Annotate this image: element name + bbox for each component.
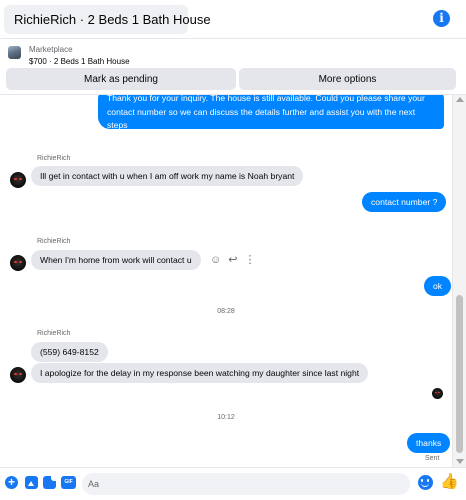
message-actions: ☺ ↩ ⋮ — [210, 255, 255, 266]
emoji-icon[interactable] — [418, 475, 433, 490]
plus-icon[interactable]: + — [5, 476, 18, 489]
mark-as-pending-button[interactable]: Mark as pending — [6, 68, 236, 90]
marketplace-banner: Marketplace $700 · 2 Beds 1 Bath House M… — [0, 38, 466, 95]
avatar[interactable] — [10, 367, 26, 383]
avatar[interactable] — [10, 255, 26, 271]
thread-scrollbar[interactable] — [452, 95, 466, 467]
conversation-title: RichieRich · 2 Beds 1 Bath House — [14, 12, 211, 27]
marketplace-label: Marketplace — [29, 45, 73, 54]
avatar[interactable] — [10, 172, 26, 188]
more-actions-icon[interactable]: ⋮ — [244, 255, 255, 266]
conversation-header: RichieRich · 2 Beds 1 Bath House i — [0, 0, 466, 38]
message-bubble-outgoing: Thank you for your inquiry. The house is… — [98, 95, 444, 130]
sticker-icon[interactable] — [43, 476, 56, 489]
message-bubble-incoming: (559) 649-8152 — [31, 342, 108, 362]
message-bubble-incoming: I apologize for the delay in my response… — [31, 363, 369, 383]
info-icon[interactable]: i — [433, 10, 450, 27]
message-bubble-outgoing: thanks — [407, 433, 451, 453]
scroll-down-icon[interactable] — [456, 459, 464, 464]
like-icon[interactable]: 👍 — [440, 473, 459, 491]
message-input[interactable] — [82, 473, 410, 495]
scroll-thumb[interactable] — [456, 295, 463, 453]
react-emoji-icon[interactable]: ☺ — [210, 255, 221, 266]
timestamp-divider: 08:28 — [217, 308, 235, 315]
message-thread[interactable]: Thank you for your inquiry. The house is… — [0, 95, 452, 467]
sender-name: RichieRich — [37, 155, 71, 162]
sender-name: RichieRich — [37, 238, 71, 245]
scroll-up-icon[interactable] — [456, 97, 464, 102]
message-composer: + GIF 👍 — [0, 467, 466, 500]
more-options-button[interactable]: More options — [239, 68, 456, 90]
marketplace-thumbnail — [8, 46, 21, 59]
message-bubble-incoming: Ill get in contact with u when I am off … — [31, 166, 304, 186]
conversation-title-button[interactable]: RichieRich · 2 Beds 1 Bath House — [4, 5, 211, 34]
listing-price-title[interactable]: $700 · 2 Beds 1 Bath House — [29, 57, 130, 66]
sent-status: Sent — [425, 455, 440, 462]
reply-icon[interactable]: ↩ — [228, 255, 237, 266]
message-bubble-incoming: When I'm home from work will contact u — [31, 250, 201, 270]
timestamp-divider: 10:12 — [217, 414, 235, 421]
sender-name: RichieRich — [37, 330, 71, 337]
gif-icon[interactable]: GIF — [61, 476, 76, 489]
message-bubble-outgoing: ok — [424, 276, 452, 296]
seen-avatar — [432, 388, 443, 399]
photo-icon[interactable] — [25, 476, 38, 489]
message-bubble-outgoing: contact number ? — [362, 192, 447, 212]
